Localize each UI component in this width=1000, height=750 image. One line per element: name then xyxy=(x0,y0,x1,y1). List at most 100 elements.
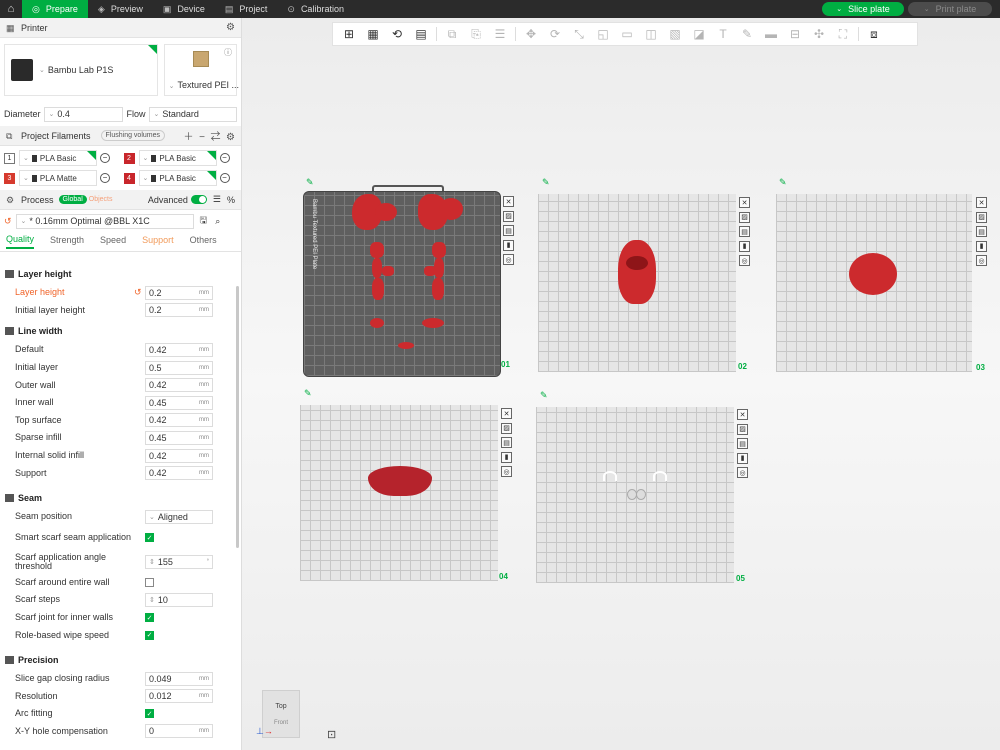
rotate-icon[interactable]: ⟳ xyxy=(546,26,564,42)
xy-hole-input[interactable]: 0 mm xyxy=(145,724,213,739)
gear-icon[interactable]: ⚙ xyxy=(226,132,235,143)
list-icon[interactable]: ☰ xyxy=(213,194,221,205)
model-part[interactable] xyxy=(370,242,384,258)
tab-speed[interactable]: Speed xyxy=(100,235,126,248)
global-toggle[interactable]: Global xyxy=(58,195,87,204)
color-paint-icon[interactable]: ✎ xyxy=(738,26,756,42)
image-icon[interactable]: ▨ xyxy=(739,211,750,223)
remove-filament-icon[interactable]: − xyxy=(219,153,230,163)
lock-icon[interactable]: ▮ xyxy=(503,239,514,251)
boolean-icon[interactable]: ◫ xyxy=(642,26,660,42)
auto-orient-icon[interactable]: ⟲ xyxy=(388,26,406,42)
reset-icon[interactable]: ↺ xyxy=(4,216,12,227)
3d-canvas[interactable] xyxy=(242,18,1000,750)
support-paint-icon[interactable]: ▧ xyxy=(666,26,684,42)
measure-icon[interactable]: ▬ xyxy=(762,26,780,42)
arrange-icon[interactable]: ▤ xyxy=(976,226,987,237)
tab-calibration[interactable]: ⊙ Calibration xyxy=(277,0,354,18)
settings-icon[interactable]: ◎ xyxy=(737,467,748,478)
sync-icon[interactable]: ⇄ xyxy=(210,132,220,143)
lock-icon[interactable]: ▮ xyxy=(737,452,748,464)
line-width-input[interactable]: 0.45 mm xyxy=(145,430,213,445)
close-icon[interactable]: ✕ xyxy=(503,196,514,207)
model-part[interactable] xyxy=(432,242,446,258)
scarf-angle-input[interactable]: ⇕ 155 ° xyxy=(145,554,213,569)
text-icon[interactable]: T xyxy=(714,26,732,42)
percent-icon[interactable]: % xyxy=(227,195,235,205)
model-part[interactable] xyxy=(849,253,897,295)
arrange-icon[interactable]: ▤ xyxy=(412,26,430,42)
slice-plate-button[interactable]: ⌄ Slice plate xyxy=(822,2,904,16)
print-plate-button[interactable]: ⌄ Print plate xyxy=(908,2,992,16)
scale-icon[interactable]: ⤡ xyxy=(570,26,588,42)
paste-icon[interactable]: ⎘ xyxy=(467,26,485,42)
tab-others[interactable]: Others xyxy=(190,235,217,248)
line-width-input[interactable]: 0.42 mm xyxy=(145,342,213,357)
entire-wall-checkbox[interactable] xyxy=(145,577,154,587)
seam-position-select[interactable]: ⌄ Aligned xyxy=(145,509,213,524)
edit-icon[interactable]: ✎ xyxy=(306,177,314,188)
view-icon[interactable]: ⧈ xyxy=(865,26,883,42)
split-icon[interactable]: ☰ xyxy=(491,26,509,42)
close-icon[interactable]: ✕ xyxy=(739,197,750,208)
move-icon[interactable]: ✥ xyxy=(522,26,540,42)
line-width-input[interactable]: 0.5 mm xyxy=(145,360,213,375)
lay-on-face-icon[interactable]: ◱ xyxy=(594,26,612,42)
edit-icon[interactable]: ✎ xyxy=(304,388,312,399)
arrange-icon[interactable]: ▤ xyxy=(737,438,748,449)
image-icon[interactable]: ▨ xyxy=(737,423,748,435)
save-icon[interactable]: 🖫 xyxy=(200,213,208,229)
remove-filament-icon[interactable]: − xyxy=(100,153,110,163)
settings-icon[interactable]: ◎ xyxy=(976,255,987,266)
add-icon[interactable]: ＋ xyxy=(184,132,194,143)
model-part[interactable] xyxy=(422,318,444,328)
image-icon[interactable]: ▨ xyxy=(976,211,987,223)
variable-layer-icon[interactable]: ✣ xyxy=(810,26,828,42)
fit-icon[interactable]: ⛶ xyxy=(834,26,852,42)
model-part[interactable] xyxy=(424,266,436,276)
add-object-icon[interactable]: ⊞ xyxy=(340,26,358,42)
add-plate-icon[interactable]: ▦ xyxy=(364,26,382,42)
edit-icon[interactable]: ✎ xyxy=(540,390,548,401)
seam-paint-icon[interactable]: ◪ xyxy=(690,26,708,42)
arrange-icon[interactable]: ▤ xyxy=(501,437,512,448)
flow-select[interactable]: ⌄ Standard xyxy=(148,106,237,122)
filament-select[interactable]: ⌄ PLA Basic xyxy=(19,150,97,166)
model-part[interactable] xyxy=(398,342,414,349)
resolution-input[interactable]: 0.012 mm xyxy=(145,689,213,704)
tab-project[interactable]: ▤ Project xyxy=(215,0,278,18)
layer-height-input[interactable]: 0.2 mm xyxy=(145,285,213,300)
filament-select[interactable]: ⌄ PLA Basic xyxy=(138,170,217,186)
image-icon[interactable]: ▨ xyxy=(501,422,512,434)
line-width-input[interactable]: 0.45 mm xyxy=(145,395,213,410)
settings-icon[interactable]: ◎ xyxy=(503,254,514,265)
wipe-speed-checkbox[interactable]: ✓ xyxy=(145,630,154,640)
model-part[interactable] xyxy=(432,278,444,300)
lock-icon[interactable]: ▮ xyxy=(501,451,512,463)
line-width-input[interactable]: 0.42 mm xyxy=(145,448,213,463)
remove-icon[interactable]: − xyxy=(199,132,205,143)
initial-layer-height-input[interactable]: 0.2 mm xyxy=(145,303,213,318)
lock-icon[interactable]: ▮ xyxy=(976,240,987,252)
advanced-toggle[interactable] xyxy=(190,195,207,204)
diameter-select[interactable]: ⌄ 0.4 xyxy=(43,106,123,122)
close-icon[interactable]: ✕ xyxy=(976,197,987,208)
copy-icon[interactable]: ⧉ xyxy=(443,26,461,42)
settings-icon[interactable]: ⚙ xyxy=(226,22,235,33)
assemble-icon[interactable]: ⊟ xyxy=(786,26,804,42)
model-part[interactable] xyxy=(382,266,394,276)
settings-icon[interactable]: ◎ xyxy=(501,466,512,477)
smart-scarf-checkbox[interactable]: ✓ xyxy=(145,533,154,543)
remove-filament-icon[interactable]: − xyxy=(100,173,110,183)
sidebar-scrollbar[interactable] xyxy=(236,286,239,548)
model-part[interactable] xyxy=(618,240,656,304)
arrange-icon[interactable]: ▤ xyxy=(739,226,750,237)
tab-device[interactable]: ▣ Device xyxy=(153,0,215,18)
zoom-fit-icon[interactable]: ⊡ xyxy=(327,728,336,741)
home-icon[interactable]: ⌂ xyxy=(0,0,22,18)
tab-strength[interactable]: Strength xyxy=(50,235,84,248)
plate-01[interactable] xyxy=(303,191,501,377)
flushing-volumes-button[interactable]: Flushing volumes xyxy=(100,130,165,141)
inner-walls-checkbox[interactable]: ✓ xyxy=(145,613,154,623)
model-part[interactable] xyxy=(372,278,384,300)
